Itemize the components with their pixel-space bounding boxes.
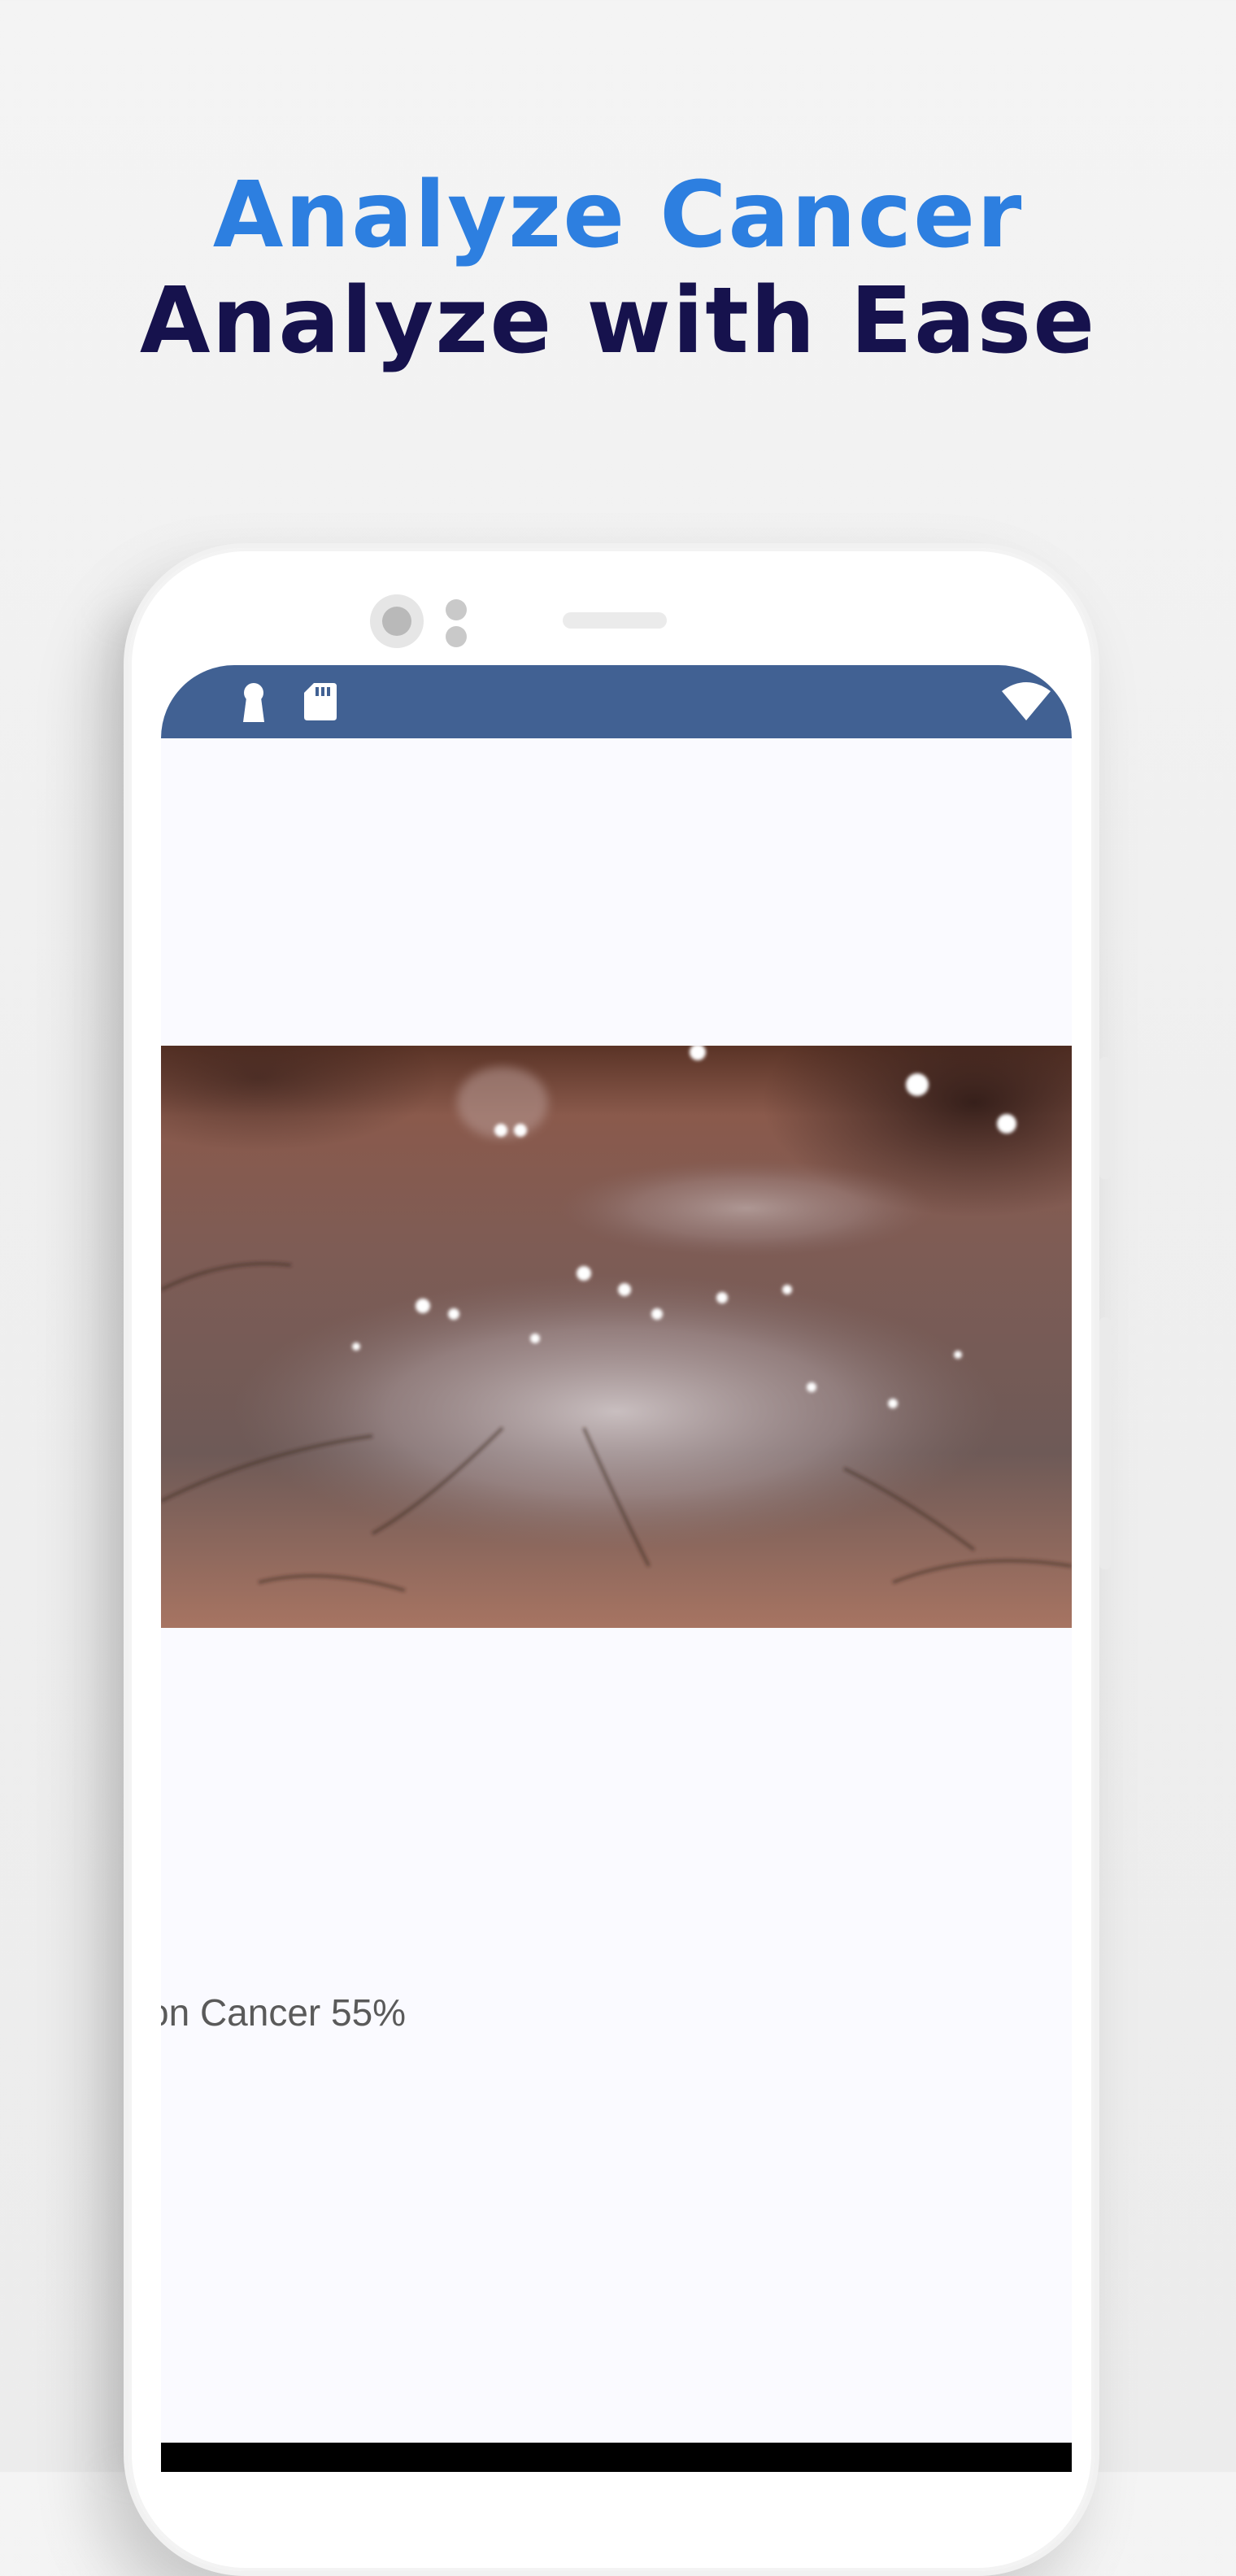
result-label: on Cancer 55% [161,1991,407,2034]
status-time: 7 [161,678,166,719]
headline: Analyze Cancer Analyze with Ease [0,163,1236,374]
keyhole-icon [239,681,268,726]
headline-line-2: Analyze with Ease [139,268,1097,374]
navigation-bar [161,2443,1072,2472]
status-bar: 7 [161,665,1072,738]
lesion-photo [161,1046,1072,1628]
sensor-dot-icon [446,599,467,620]
sensor-dot-icon [446,626,467,647]
phone-side-button-lower [1099,1317,1111,1569]
wifi-icon [1002,680,1051,726]
phone-screen: 7 [161,665,1072,2472]
sd-card-icon [304,681,337,724]
phone-side-button-upper [1099,1057,1111,1179]
headline-line-1: Analyze Cancer [212,163,1024,268]
earpiece-speaker [563,612,667,629]
camera-lens-icon [370,594,424,648]
